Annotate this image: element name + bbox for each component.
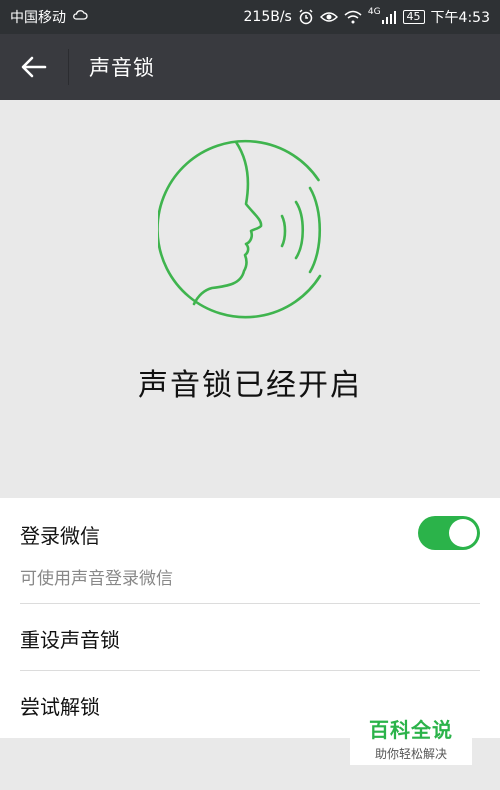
login-wechat-sublabel: 可使用声音登录微信 [20,569,173,589]
toggle-knob [449,519,477,547]
reset-voice-lock-label: 重设声音锁 [20,628,120,652]
signal-icon: 4G [367,7,397,24]
wifi-icon [344,10,362,24]
cloud-icon [72,9,88,25]
login-wechat-row: 登录微信 可使用声音登录微信 [0,498,500,603]
hero-section: 声音锁已经开启 [0,100,500,498]
arrow-left-icon [21,56,47,78]
reset-voice-lock-row[interactable]: 重设声音锁 [0,604,500,670]
battery-icon: 45 [402,10,425,24]
login-wechat-label: 登录微信 [20,524,100,548]
title-divider [68,49,69,85]
network-type: 4G [367,7,381,17]
try-unlock-label: 尝试解锁 [20,695,100,719]
watermark-subtitle: 助你轻松解决 [374,747,447,761]
status-right: 215B/s 4G 45 下午4:53 [244,7,491,27]
lock-status-text: 声音锁已经开启 [138,368,362,403]
page-title: 声音锁 [89,56,155,80]
title-bar: 声音锁 [0,34,500,100]
status-left: 中国移动 [10,7,88,27]
watermark: 百科全说 助你轻松解决 [350,710,472,765]
settings-list: 登录微信 可使用声音登录微信 重设声音锁 尝试解锁 [0,498,500,738]
clock: 下午4:53 [430,10,490,26]
network-speed: 215B/s [243,9,292,25]
carrier-label: 中国移动 [10,10,66,26]
alarm-icon [298,9,314,25]
back-button[interactable] [0,34,68,100]
status-bar: 中国移动 215B/s 4G 45 下午4:53 [0,0,500,34]
watermark-title: 百科全说 [369,718,453,742]
voice-profile-icon [158,139,322,319]
eye-icon [319,11,338,23]
login-wechat-toggle[interactable] [418,516,480,550]
